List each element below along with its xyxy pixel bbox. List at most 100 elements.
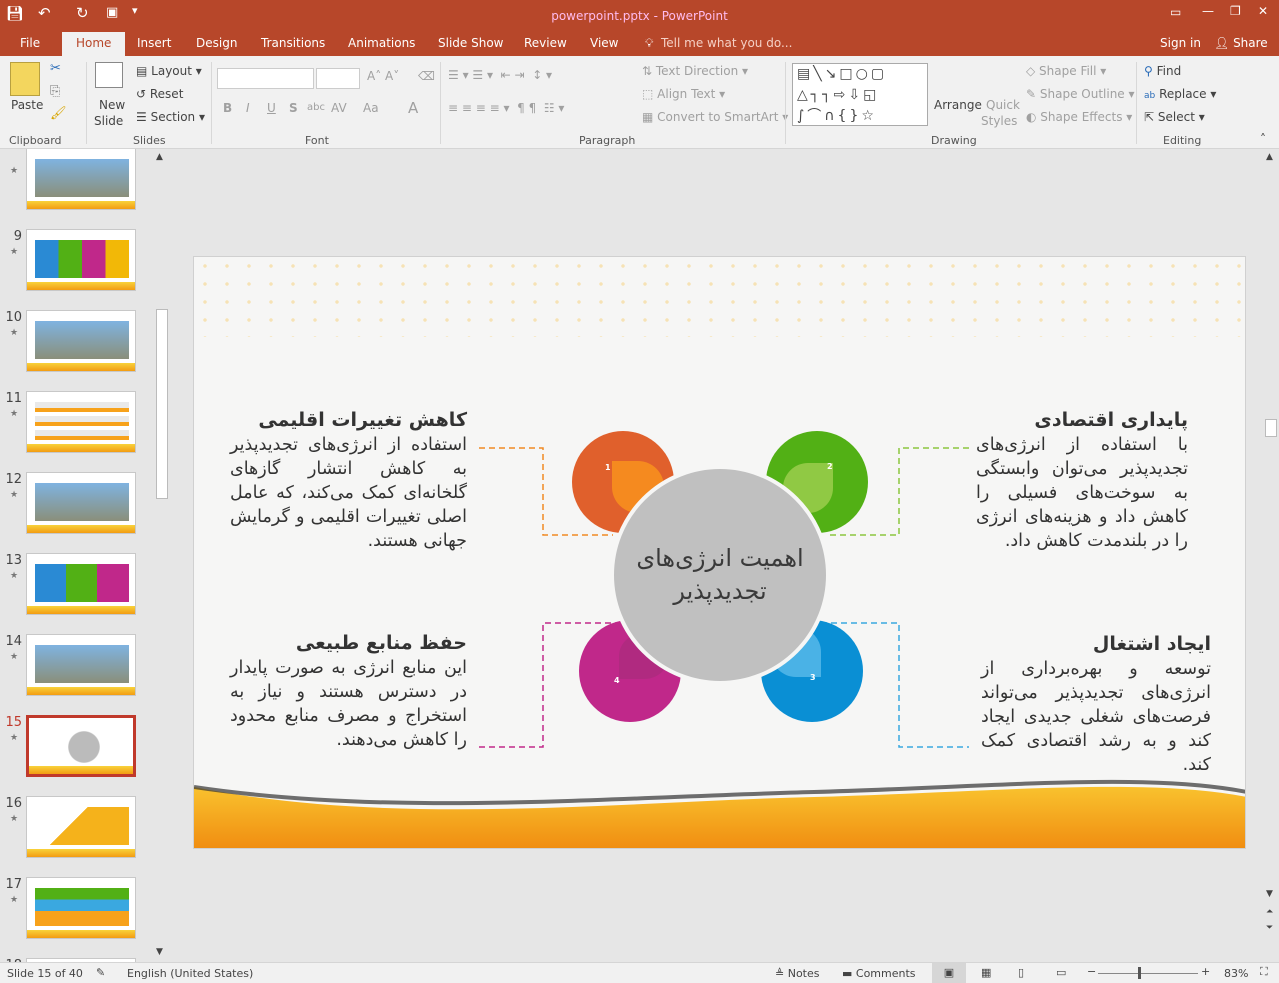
zoom-slider-thumb[interactable]	[1137, 967, 1141, 979]
italic-button[interactable]: I	[246, 101, 250, 115]
scroll-thumb[interactable]	[156, 309, 168, 499]
tab-home[interactable]: Home	[62, 32, 126, 56]
cut-icon[interactable]: ✂	[50, 61, 61, 76]
shadow-button[interactable]: S	[289, 101, 298, 115]
thumbnail-preview	[35, 807, 129, 845]
grow-font-icon[interactable]: A˄ A˅	[367, 69, 399, 83]
slide-thumbnail[interactable]	[26, 715, 136, 777]
tab-design[interactable]: Design	[196, 36, 237, 50]
editing-group-label: Editing	[1163, 134, 1202, 147]
convert-smartart-button[interactable]: ▦ Convert to SmartArt ▾	[642, 110, 788, 124]
thumbnail-preview	[35, 888, 129, 926]
transition-star-icon: ★	[10, 571, 19, 581]
slideshow-button[interactable]: ▭	[1056, 966, 1066, 979]
shape-outline-button[interactable]: ✎ Shape Outline ▾	[1026, 87, 1135, 101]
collapse-ribbon-icon[interactable]: ˄	[1260, 132, 1266, 146]
thumbnail-scrollbar[interactable]: ▲ ▼	[154, 149, 170, 962]
zoom-level[interactable]: 83%	[1224, 967, 1248, 980]
slide-thumbnail[interactable]	[26, 391, 136, 453]
previous-slide-icon[interactable]: ⏶	[1266, 907, 1273, 917]
spell-check-icon[interactable]: ✎	[96, 966, 105, 979]
strikethrough-button[interactable]: abc	[307, 102, 325, 113]
slide-thumbnail[interactable]	[26, 877, 136, 939]
slide-thumbnail[interactable]	[26, 472, 136, 534]
format-painter-icon[interactable]: 🖌︎	[50, 106, 67, 121]
quick-styles-button[interactable]: Quick	[986, 98, 1020, 112]
ribbon-options-icon[interactable]: ▭	[1170, 5, 1181, 19]
notes-button[interactable]: ≜ Notes	[775, 967, 820, 980]
thumbnail-wave	[27, 363, 135, 371]
font-size-dropdown[interactable]	[316, 68, 360, 89]
tab-view[interactable]: View	[590, 36, 618, 50]
tab-file[interactable]: File	[20, 36, 40, 50]
shape-fill-button[interactable]: ◇ Shape Fill ▾	[1026, 64, 1106, 78]
block-title: ایجاد اشتغال	[1092, 633, 1211, 655]
arrange-button[interactable]: Arrange	[934, 98, 982, 112]
thumbnail-preview	[35, 321, 129, 359]
comments-button[interactable]: ▬ Comments	[842, 967, 916, 980]
maximize-button[interactable]: ❐	[1230, 4, 1241, 18]
thumbnail-preview	[35, 564, 129, 602]
change-case-button[interactable]: Aa	[363, 101, 379, 115]
sign-in-link[interactable]: Sign in	[1160, 36, 1201, 50]
new-slide-icon[interactable]	[95, 62, 123, 88]
thumbnail-preview	[35, 483, 129, 521]
bullets-icon[interactable]: ☰ ▾ ☰ ▾ ⇤ ⇥ ↕ ▾	[448, 68, 552, 82]
language-indicator[interactable]: English (United States)	[127, 967, 253, 980]
font-color-button[interactable]: A	[408, 99, 418, 117]
new-slide-button[interactable]: New	[99, 98, 125, 112]
replace-button[interactable]: ab Replace ▾	[1144, 87, 1216, 101]
slide-sorter-button[interactable]: ▦	[981, 966, 991, 979]
section-button[interactable]: ☰ Section ▾	[136, 110, 205, 124]
shape-effects-button[interactable]: ◐ Shape Effects ▾	[1026, 110, 1132, 124]
slide-thumbnail[interactable]	[26, 796, 136, 858]
slide-thumbnail[interactable]	[26, 310, 136, 372]
find-button[interactable]: ⚲ Find	[1144, 64, 1181, 78]
bold-button[interactable]: B	[223, 101, 232, 115]
thumbnail-wave	[27, 687, 135, 695]
clear-formatting-icon[interactable]: ⌫	[418, 69, 435, 83]
character-spacing-button[interactable]: AV	[331, 101, 347, 115]
slide-thumbnail[interactable]	[26, 553, 136, 615]
close-button[interactable]: ✕	[1258, 4, 1268, 18]
shapes-gallery[interactable]: ▤╲↘□○▢ △┐┐⇨⇩◱ ∫⌒∩{}☆	[792, 63, 928, 126]
reset-button[interactable]: ↺ Reset	[136, 87, 183, 101]
scroll-down-icon: ▼	[1266, 889, 1273, 899]
text-direction-button[interactable]: ⇅ Text Direction ▾	[642, 64, 748, 78]
editor-scrollbar[interactable]: ▲ ▼ ⏶ ⏷	[1263, 149, 1279, 962]
copy-icon[interactable]: ⎘	[50, 84, 60, 99]
scroll-thumb[interactable]	[1265, 419, 1277, 437]
next-slide-icon[interactable]: ⏷	[1266, 923, 1273, 933]
slide-thumbnail[interactable]	[26, 149, 136, 210]
share-button[interactable]: 👤︎ Share	[1214, 36, 1268, 50]
layout-button[interactable]: ▤ Layout ▾	[136, 64, 202, 78]
paste-icon[interactable]	[10, 62, 40, 96]
slide-number: 9	[13, 229, 22, 244]
underline-button[interactable]: U	[267, 101, 276, 115]
clipboard-group-label: Clipboard	[9, 134, 62, 147]
select-button[interactable]: ⇱ Select ▾	[1144, 110, 1205, 124]
tab-insert[interactable]: Insert	[137, 36, 171, 50]
zoom-out-button[interactable]: −	[1087, 965, 1096, 978]
tab-animations[interactable]: Animations	[348, 36, 415, 50]
slide-thumbnail[interactable]	[26, 634, 136, 696]
transition-star-icon: ★	[10, 814, 19, 824]
minimize-button[interactable]: —	[1202, 4, 1214, 18]
paste-button[interactable]: Paste	[11, 98, 43, 112]
font-name-dropdown[interactable]	[217, 68, 314, 89]
thumbnail-wave	[27, 606, 135, 614]
tab-review[interactable]: Review	[524, 36, 567, 50]
tab-transitions[interactable]: Transitions	[261, 36, 325, 50]
slide-thumbnail[interactable]	[26, 229, 136, 291]
fit-to-window-icon[interactable]: ⛶	[1260, 965, 1268, 979]
normal-view-button[interactable]: ▣	[932, 963, 966, 983]
align-text-button[interactable]: ⬚ Align Text ▾	[642, 87, 725, 101]
block-body: توسعه و بهره‌برداری از انرژی‌های تجدیدپذ…	[981, 659, 1211, 775]
tab-slide-show[interactable]: Slide Show	[438, 36, 503, 50]
zoom-in-button[interactable]: +	[1201, 965, 1210, 978]
align-icons[interactable]: ≡ ≡ ≡ ≡ ▾ ¶ ¶ ☷ ▾	[448, 101, 564, 115]
tell-me-search[interactable]: Tell me what you do...	[661, 36, 792, 50]
zoom-slider[interactable]	[1098, 973, 1198, 974]
reading-view-button[interactable]: ▯	[1018, 966, 1024, 979]
slide-canvas[interactable]: اهمیت انرژی‌های تجدیدپذیر 1 2 3 4 کاهش ت…	[193, 256, 1246, 849]
